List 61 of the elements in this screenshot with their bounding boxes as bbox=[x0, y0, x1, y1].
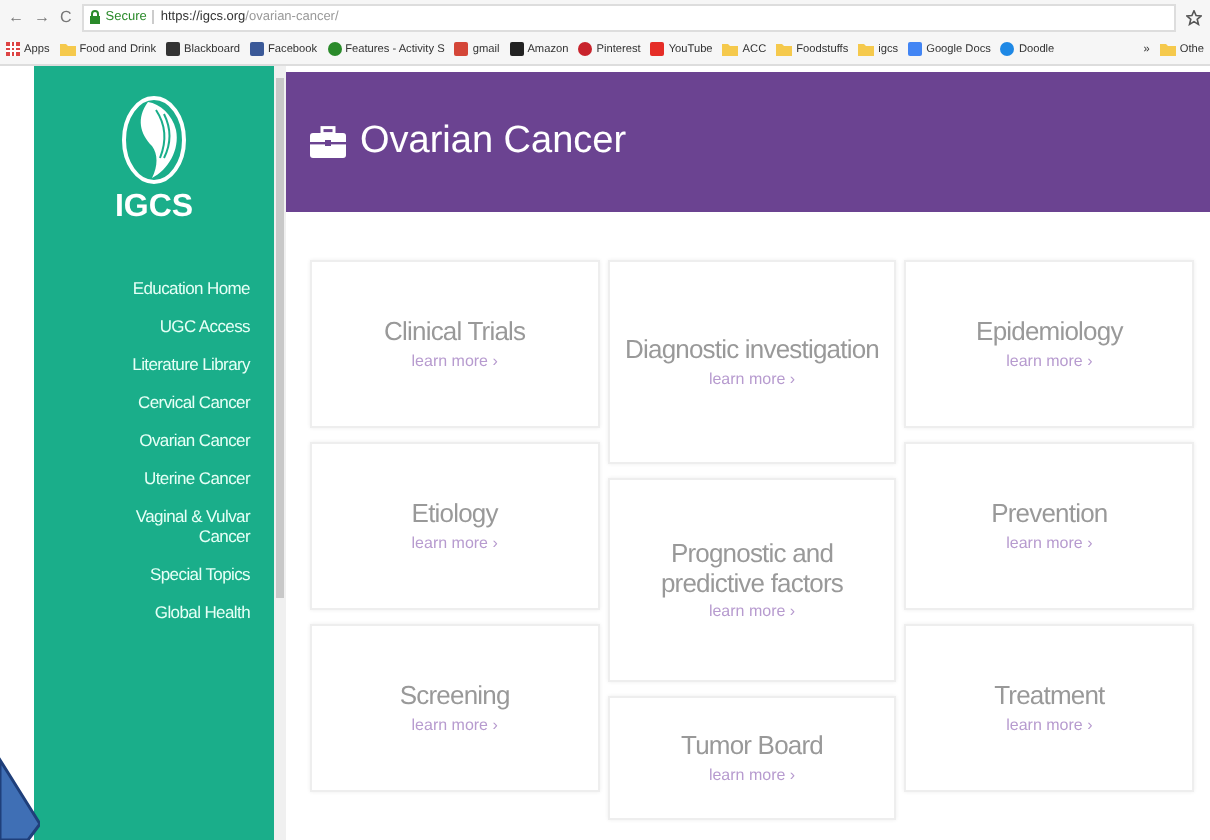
card-title: Screening bbox=[399, 682, 510, 712]
topic-card[interactable]: Tumor Board learn more › bbox=[607, 696, 897, 820]
sidebar-link[interactable]: Ovarian Cancer bbox=[94, 430, 250, 450]
folder-icon bbox=[776, 42, 793, 56]
logo-text: IGCS bbox=[114, 190, 194, 226]
scrollbar[interactable] bbox=[274, 66, 286, 840]
learn-more-link[interactable]: learn more › bbox=[1006, 715, 1093, 734]
lock-icon bbox=[89, 10, 100, 24]
learn-more-link[interactable]: learn more › bbox=[1006, 351, 1093, 370]
card-title: Etiology bbox=[411, 500, 498, 530]
forward-button[interactable]: → bbox=[34, 8, 50, 26]
card-title: Clinical Trials bbox=[384, 318, 526, 348]
briefcase-icon bbox=[310, 126, 346, 158]
card-title: Diagnostic investigation bbox=[625, 336, 879, 366]
site-icon bbox=[578, 42, 593, 56]
card-title: Prognostic and predictive factors bbox=[658, 540, 846, 598]
sidebar-link[interactable]: Cervical Cancer bbox=[94, 392, 250, 412]
site-icon bbox=[327, 42, 342, 56]
sidebar-link[interactable]: UGC Access bbox=[94, 316, 250, 336]
learn-more-link[interactable]: learn more › bbox=[708, 765, 796, 784]
topic-card[interactable]: Prevention learn more › bbox=[904, 442, 1195, 610]
topic-card[interactable]: Prognostic and predictive factors learn more › bbox=[607, 478, 897, 682]
site-icon bbox=[250, 42, 264, 56]
learn-more-link[interactable]: learn more › bbox=[411, 533, 498, 552]
topic-card[interactable]: Epidemiology learn more › bbox=[904, 260, 1195, 428]
apps-grid-icon bbox=[6, 42, 20, 56]
card-title: Prevention bbox=[991, 500, 1108, 530]
topic-card[interactable]: Screening learn more › bbox=[310, 624, 600, 792]
site-icon bbox=[1000, 42, 1015, 56]
card-title: Treatment bbox=[994, 682, 1105, 712]
topic-card[interactable]: Etiology learn more › bbox=[310, 442, 600, 610]
folder-icon bbox=[1159, 42, 1176, 56]
logo-icon bbox=[120, 94, 188, 186]
site-icon bbox=[454, 42, 469, 56]
page-title: Ovarian Cancer bbox=[360, 120, 627, 164]
folder-icon bbox=[858, 42, 875, 56]
learn-more-link[interactable]: learn more › bbox=[411, 351, 498, 370]
reload-button[interactable]: C bbox=[60, 8, 72, 26]
folder-icon bbox=[722, 42, 739, 56]
learn-more-link[interactable]: learn more › bbox=[411, 715, 498, 734]
topic-card[interactable]: Diagnostic investigation learn more › bbox=[607, 260, 897, 464]
learn-more-link[interactable]: learn more › bbox=[708, 601, 796, 620]
sidebar-link[interactable]: Vaginal & Vulvar Cancer bbox=[94, 506, 250, 546]
sidebar-link[interactable]: Global Health bbox=[94, 602, 250, 622]
back-button[interactable]: ← bbox=[8, 8, 24, 26]
site-icon bbox=[509, 42, 524, 56]
card-title: Epidemiology bbox=[976, 318, 1123, 348]
site-icon bbox=[908, 42, 923, 56]
star-icon[interactable] bbox=[1186, 9, 1202, 25]
learn-more-link[interactable]: learn more › bbox=[1006, 533, 1093, 552]
topic-card[interactable]: Clinical Trials learn more › bbox=[310, 260, 600, 428]
site-icon bbox=[166, 42, 180, 56]
sidebar-link[interactable]: Literature Library bbox=[94, 354, 250, 374]
topic-card[interactable]: Treatment learn more › bbox=[904, 624, 1195, 792]
sidebar-link[interactable]: Education Home bbox=[94, 278, 250, 298]
folder-icon bbox=[59, 42, 76, 56]
learn-more-link[interactable]: learn more › bbox=[708, 369, 796, 388]
site-icon bbox=[650, 42, 665, 56]
card-title: Tumor Board bbox=[681, 732, 823, 762]
sidebar-link[interactable]: Special Topics bbox=[94, 564, 250, 584]
sidebar-link[interactable]: Uterine Cancer bbox=[94, 468, 250, 488]
